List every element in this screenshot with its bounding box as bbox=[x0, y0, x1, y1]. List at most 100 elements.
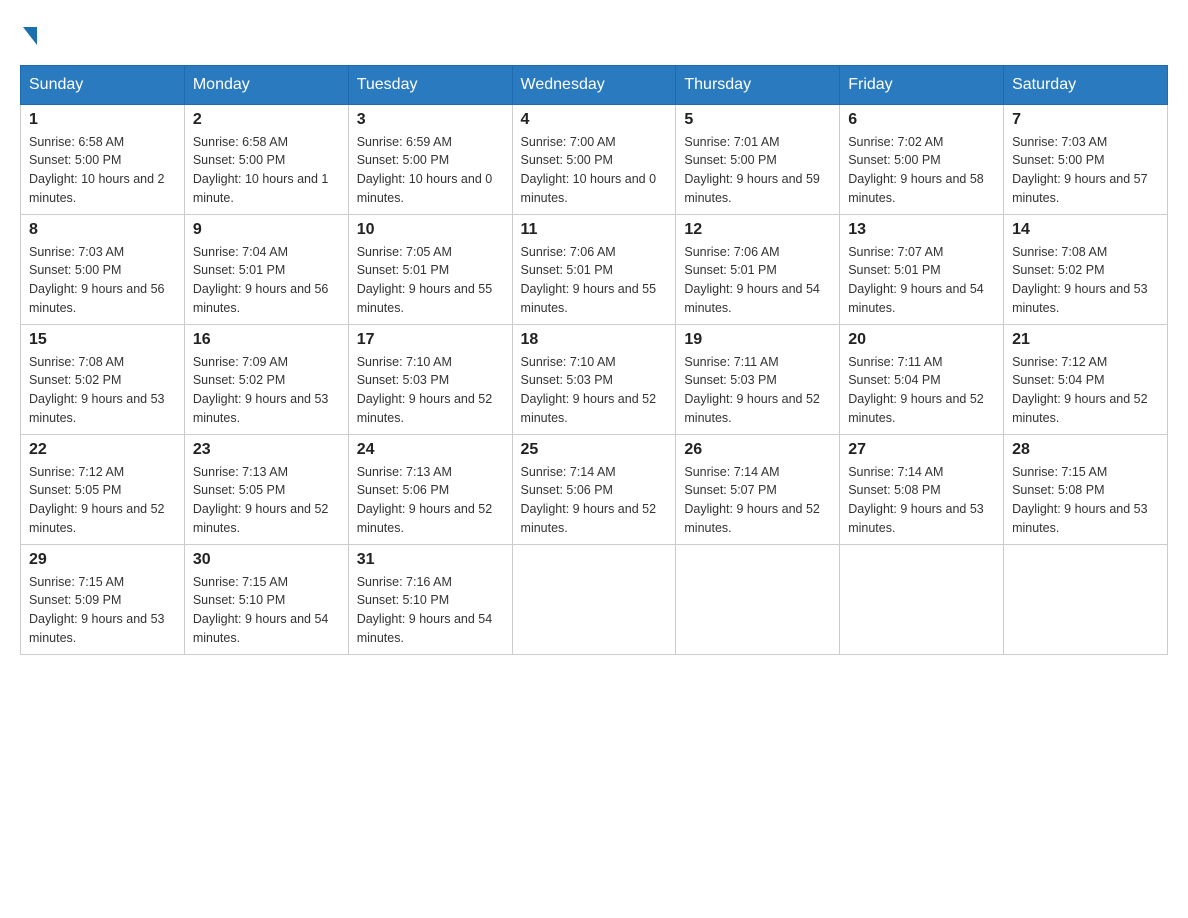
calendar-week-row: 22 Sunrise: 7:12 AMSunset: 5:05 PMDayligh… bbox=[21, 434, 1168, 544]
calendar-cell: 19Sunrise: 7:11 AMSunset: 5:03 PMDayligh… bbox=[676, 324, 840, 434]
day-info: Sunrise: 7:13 AMSunset: 5:05 PMDaylight:… bbox=[193, 463, 340, 538]
day-info: Sunrise: 7:14 AMSunset: 5:08 PMDaylight:… bbox=[848, 463, 995, 538]
day-info: Sunrise: 7:06 AMSunset: 5:01 PMDaylight:… bbox=[521, 243, 668, 318]
calendar-week-row: 15 Sunrise: 7:08 AMSunset: 5:02 PMDayligh… bbox=[21, 324, 1168, 434]
calendar-cell: 9Sunrise: 7:04 AMSunset: 5:01 PMDaylight… bbox=[184, 214, 348, 324]
day-number: 28 bbox=[1012, 441, 1159, 459]
calendar-cell: 31 Sunrise: 7:16 AMSunset: 5:10 PMDayligh… bbox=[348, 544, 512, 654]
day-info: Sunrise: 7:08 AMSunset: 5:02 PMDaylight:… bbox=[1012, 243, 1159, 318]
logo-arrow-icon bbox=[23, 27, 37, 45]
calendar-cell: 7Sunrise: 7:03 AMSunset: 5:00 PMDaylight… bbox=[1004, 104, 1168, 214]
calendar-cell: 14 Sunrise: 7:08 AMSunset: 5:02 PMDayligh… bbox=[1004, 214, 1168, 324]
weekday-header-sunday: Sunday bbox=[21, 65, 185, 104]
day-info: Sunrise: 7:15 AMSunset: 5:09 PMDaylight:… bbox=[29, 573, 176, 648]
day-number: 31 bbox=[357, 551, 504, 569]
calendar-cell: 2Sunrise: 6:58 AMSunset: 5:00 PMDaylight… bbox=[184, 104, 348, 214]
day-info: Sunrise: 7:16 AMSunset: 5:10 PMDaylight:… bbox=[357, 573, 504, 648]
day-info: Sunrise: 7:09 AMSunset: 5:02 PMDaylight:… bbox=[193, 353, 340, 428]
day-number: 12 bbox=[684, 221, 831, 239]
logo-row1 bbox=[20, 20, 37, 49]
weekday-header-monday: Monday bbox=[184, 65, 348, 104]
calendar-cell bbox=[512, 544, 676, 654]
calendar-cell bbox=[676, 544, 840, 654]
day-info: Sunrise: 7:10 AMSunset: 5:03 PMDaylight:… bbox=[357, 353, 504, 428]
day-info: Sunrise: 7:10 AMSunset: 5:03 PMDaylight:… bbox=[521, 353, 668, 428]
calendar-cell: 28 Sunrise: 7:15 AMSunset: 5:08 PMDayligh… bbox=[1004, 434, 1168, 544]
day-number: 17 bbox=[357, 331, 504, 349]
day-number: 16 bbox=[193, 331, 340, 349]
day-info: Sunrise: 7:01 AMSunset: 5:00 PMDaylight:… bbox=[684, 133, 831, 208]
calendar-table: SundayMondayTuesdayWednesdayThursdayFrid… bbox=[20, 65, 1168, 655]
calendar-week-row: 29 Sunrise: 7:15 AMSunset: 5:09 PMDayligh… bbox=[21, 544, 1168, 654]
calendar-cell: 24 Sunrise: 7:13 AMSunset: 5:06 PMDayligh… bbox=[348, 434, 512, 544]
calendar-cell: 20 Sunrise: 7:11 AMSunset: 5:04 PMDayligh… bbox=[840, 324, 1004, 434]
day-info: Sunrise: 7:07 AMSunset: 5:01 PMDaylight:… bbox=[848, 243, 995, 318]
day-info: Sunrise: 7:03 AMSunset: 5:00 PMDaylight:… bbox=[29, 243, 176, 318]
calendar-cell: 11 Sunrise: 7:06 AMSunset: 5:01 PMDayligh… bbox=[512, 214, 676, 324]
calendar-cell: 21Sunrise: 7:12 AMSunset: 5:04 PMDayligh… bbox=[1004, 324, 1168, 434]
calendar-week-row: 8 Sunrise: 7:03 AMSunset: 5:00 PMDaylight… bbox=[21, 214, 1168, 324]
day-info: Sunrise: 6:59 AMSunset: 5:00 PMDaylight:… bbox=[357, 133, 504, 208]
calendar-cell: 29 Sunrise: 7:15 AMSunset: 5:09 PMDayligh… bbox=[21, 544, 185, 654]
day-info: Sunrise: 7:15 AMSunset: 5:10 PMDaylight:… bbox=[193, 573, 340, 648]
day-number: 15 bbox=[29, 331, 176, 349]
day-number: 18 bbox=[521, 331, 668, 349]
weekday-header-thursday: Thursday bbox=[676, 65, 840, 104]
calendar-cell: 8 Sunrise: 7:03 AMSunset: 5:00 PMDaylight… bbox=[21, 214, 185, 324]
day-info: Sunrise: 7:15 AMSunset: 5:08 PMDaylight:… bbox=[1012, 463, 1159, 538]
calendar-cell: 5Sunrise: 7:01 AMSunset: 5:00 PMDaylight… bbox=[676, 104, 840, 214]
day-number: 23 bbox=[193, 441, 340, 459]
day-number: 14 bbox=[1012, 221, 1159, 239]
calendar-cell: 26Sunrise: 7:14 AMSunset: 5:07 PMDayligh… bbox=[676, 434, 840, 544]
day-info: Sunrise: 7:13 AMSunset: 5:06 PMDaylight:… bbox=[357, 463, 504, 538]
day-info: Sunrise: 7:11 AMSunset: 5:04 PMDaylight:… bbox=[848, 353, 995, 428]
page-header bbox=[20, 20, 1168, 49]
day-info: Sunrise: 7:02 AMSunset: 5:00 PMDaylight:… bbox=[848, 133, 995, 208]
calendar-cell: 10Sunrise: 7:05 AMSunset: 5:01 PMDayligh… bbox=[348, 214, 512, 324]
calendar-cell: 4 Sunrise: 7:00 AMSunset: 5:00 PMDaylight… bbox=[512, 104, 676, 214]
day-number: 3 bbox=[357, 111, 504, 129]
day-info: Sunrise: 7:12 AMSunset: 5:05 PMDaylight:… bbox=[29, 463, 176, 538]
calendar-cell: 27 Sunrise: 7:14 AMSunset: 5:08 PMDayligh… bbox=[840, 434, 1004, 544]
calendar-cell bbox=[840, 544, 1004, 654]
day-number: 1 bbox=[29, 111, 176, 129]
calendar-cell: 18 Sunrise: 7:10 AMSunset: 5:03 PMDayligh… bbox=[512, 324, 676, 434]
day-info: Sunrise: 7:12 AMSunset: 5:04 PMDaylight:… bbox=[1012, 353, 1159, 428]
day-number: 11 bbox=[521, 221, 668, 239]
day-number: 19 bbox=[684, 331, 831, 349]
day-info: Sunrise: 7:14 AMSunset: 5:06 PMDaylight:… bbox=[521, 463, 668, 538]
day-info: Sunrise: 7:00 AMSunset: 5:00 PMDaylight:… bbox=[521, 133, 668, 208]
day-number: 29 bbox=[29, 551, 176, 569]
day-number: 30 bbox=[193, 551, 340, 569]
day-number: 10 bbox=[357, 221, 504, 239]
day-number: 20 bbox=[848, 331, 995, 349]
day-info: Sunrise: 7:06 AMSunset: 5:01 PMDaylight:… bbox=[684, 243, 831, 318]
day-number: 4 bbox=[521, 111, 668, 129]
calendar-cell: 22 Sunrise: 7:12 AMSunset: 5:05 PMDayligh… bbox=[21, 434, 185, 544]
day-number: 27 bbox=[848, 441, 995, 459]
calendar-header-row: SundayMondayTuesdayWednesdayThursdayFrid… bbox=[21, 65, 1168, 104]
day-info: Sunrise: 7:04 AMSunset: 5:01 PMDaylight:… bbox=[193, 243, 340, 318]
calendar-cell: 1 Sunrise: 6:58 AMSunset: 5:00 PMDaylight… bbox=[21, 104, 185, 214]
calendar-week-row: 1 Sunrise: 6:58 AMSunset: 5:00 PMDaylight… bbox=[21, 104, 1168, 214]
weekday-header-tuesday: Tuesday bbox=[348, 65, 512, 104]
calendar-cell: 30 Sunrise: 7:15 AMSunset: 5:10 PMDayligh… bbox=[184, 544, 348, 654]
day-number: 6 bbox=[848, 111, 995, 129]
logo bbox=[20, 20, 37, 49]
calendar-cell: 3 Sunrise: 6:59 AMSunset: 5:00 PMDaylight… bbox=[348, 104, 512, 214]
calendar-cell: 12 Sunrise: 7:06 AMSunset: 5:01 PMDayligh… bbox=[676, 214, 840, 324]
day-info: Sunrise: 6:58 AMSunset: 5:00 PMDaylight:… bbox=[193, 133, 340, 208]
day-number: 8 bbox=[29, 221, 176, 239]
day-number: 25 bbox=[521, 441, 668, 459]
day-info: Sunrise: 7:03 AMSunset: 5:00 PMDaylight:… bbox=[1012, 133, 1159, 208]
day-number: 22 bbox=[29, 441, 176, 459]
weekday-header-saturday: Saturday bbox=[1004, 65, 1168, 104]
day-number: 24 bbox=[357, 441, 504, 459]
day-info: Sunrise: 6:58 AMSunset: 5:00 PMDaylight:… bbox=[29, 133, 176, 208]
day-info: Sunrise: 7:14 AMSunset: 5:07 PMDaylight:… bbox=[684, 463, 831, 538]
weekday-header-friday: Friday bbox=[840, 65, 1004, 104]
calendar-cell: 23 Sunrise: 7:13 AMSunset: 5:05 PMDayligh… bbox=[184, 434, 348, 544]
calendar-cell: 16 Sunrise: 7:09 AMSunset: 5:02 PMDayligh… bbox=[184, 324, 348, 434]
day-info: Sunrise: 7:08 AMSunset: 5:02 PMDaylight:… bbox=[29, 353, 176, 428]
calendar-cell: 6 Sunrise: 7:02 AMSunset: 5:00 PMDaylight… bbox=[840, 104, 1004, 214]
